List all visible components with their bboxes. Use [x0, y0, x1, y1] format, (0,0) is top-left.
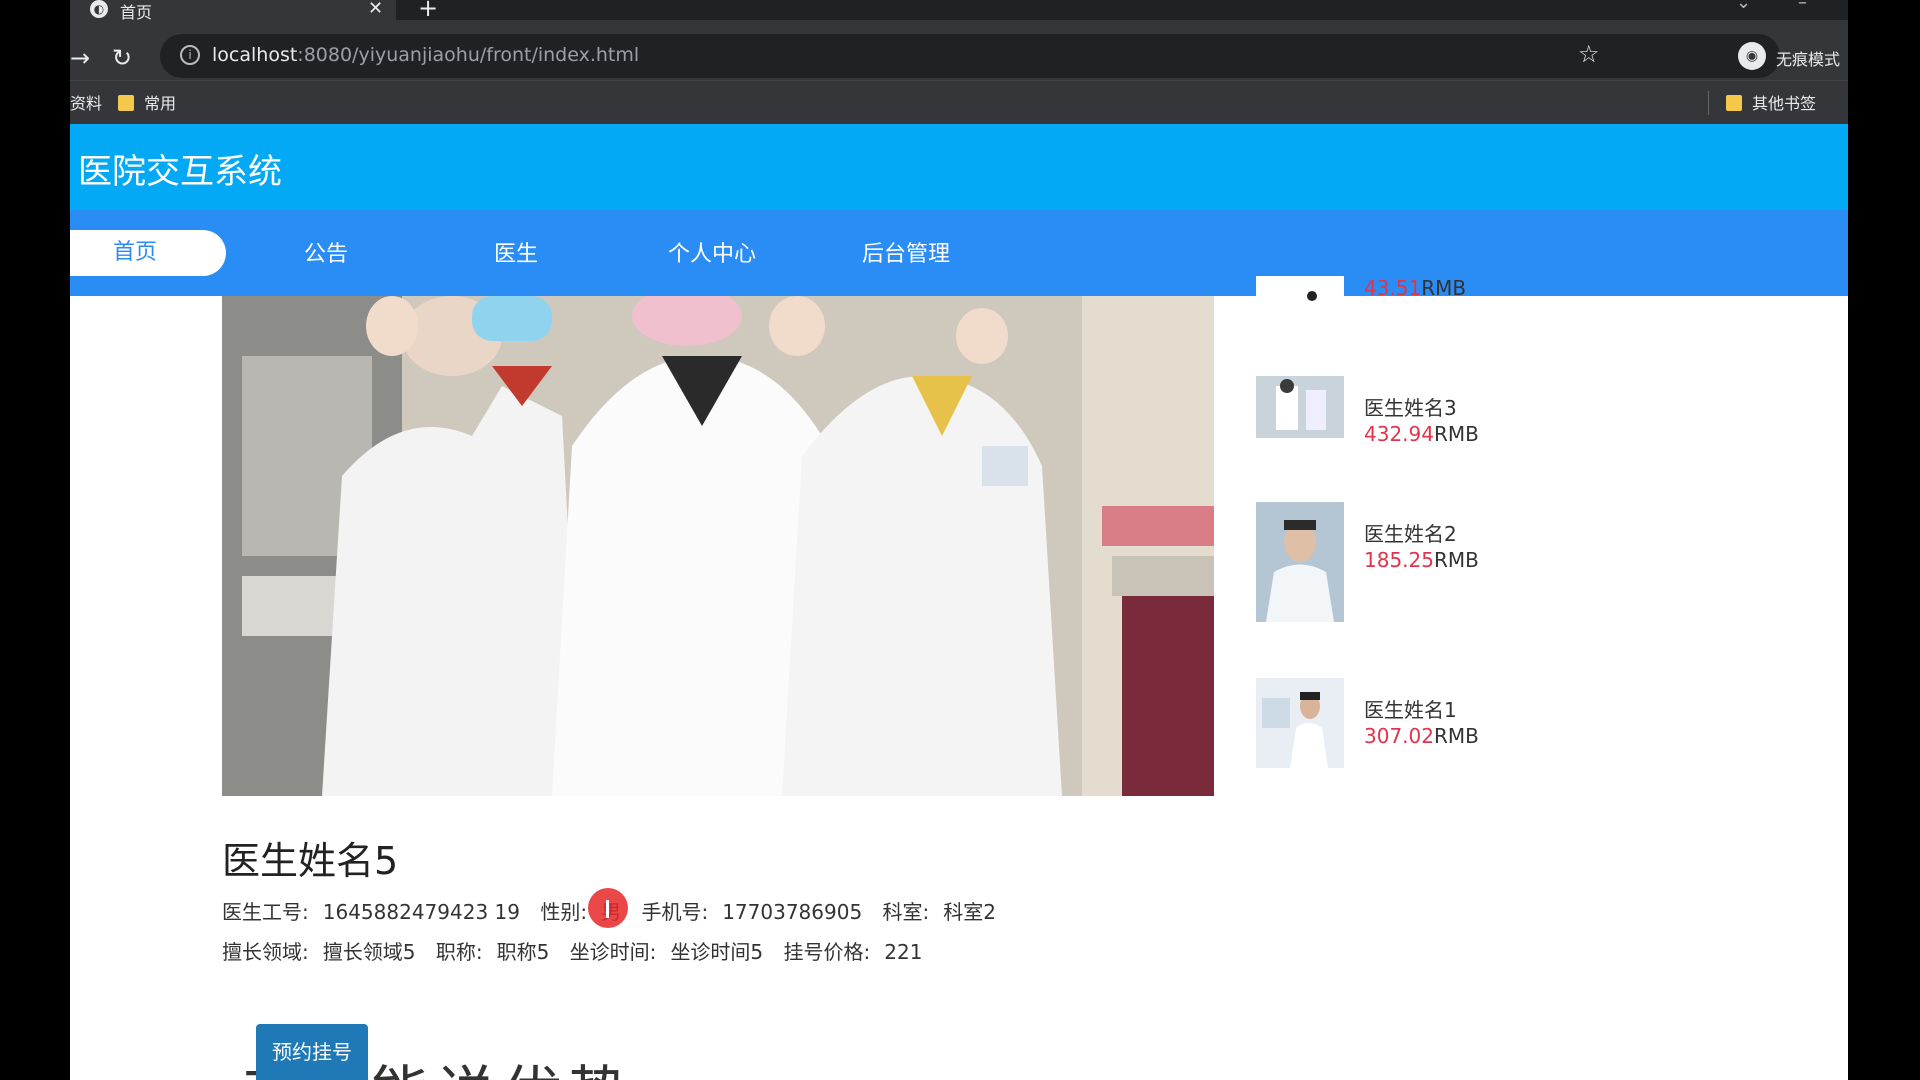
mouse-cursor-indicator — [588, 888, 628, 928]
divider — [1708, 91, 1709, 115]
incognito-icon: ◉ — [1738, 42, 1766, 70]
value-staff-id: 1645882479423 19 — [322, 900, 520, 924]
bookmark-folder-common[interactable]: 常用 — [118, 90, 176, 114]
nav-item-notice[interactable]: 公告 — [304, 236, 348, 268]
site-header: 医院交互系统 — [70, 124, 1848, 210]
folder-icon — [1726, 95, 1742, 111]
url-text[interactable]: localhost:8080/yiyuanjiaohu/front/index.… — [212, 44, 639, 66]
main-nav: 首页 公告 医生 个人中心 后台管理 — [70, 210, 1848, 296]
doctor-photo — [222, 296, 1214, 796]
star-icon[interactable]: ☆ — [1578, 40, 1600, 68]
value-department: 科室2 — [943, 900, 997, 924]
globe-icon: ◐ — [90, 0, 108, 18]
label-gender: 性别: — [540, 900, 588, 924]
label-staff-id: 医生工号: — [222, 900, 309, 924]
value-title: 职称5 — [496, 940, 550, 964]
doctor-thumbnail — [1256, 276, 1344, 304]
nav-item-profile[interactable]: 个人中心 — [668, 236, 756, 268]
bookmark-item[interactable]: 资料 — [70, 90, 102, 114]
chevron-down-icon[interactable]: ⌄ — [1736, 0, 1751, 13]
doctor-thumbnail — [1256, 376, 1344, 438]
nav-item-doctor[interactable]: 医生 — [494, 236, 538, 268]
folder-icon — [118, 95, 134, 111]
doctor-price: 185.25RMB — [1364, 548, 1479, 572]
reserve-button[interactable]: 预约挂号 — [256, 1024, 368, 1080]
close-tab-icon[interactable]: ✕ — [368, 0, 383, 19]
site-title: 医院交互系统 — [78, 152, 282, 192]
doctor-price: 43.51RMB — [1364, 276, 1467, 300]
label-schedule: 坐诊时间: — [569, 940, 657, 964]
forward-icon[interactable]: → — [70, 44, 90, 72]
new-tab-button[interactable]: + — [418, 0, 438, 22]
doctor-price: 307.02RMB — [1364, 724, 1479, 748]
bookmarks-bar: 资料 常用 其他书签 — [70, 80, 1848, 124]
value-phone: 17703786905 — [722, 900, 863, 924]
doctor-name: 医生姓名5 — [222, 839, 399, 883]
label-department: 科室: — [882, 900, 930, 924]
doctor-thumbnail — [1256, 502, 1344, 622]
browser-tab[interactable]: ◐ 首页 ✕ — [70, 0, 396, 22]
tab-strip: ◐ 首页 ✕ + ⌄ – — [70, 0, 1848, 22]
label-fee: 挂号价格: — [783, 940, 871, 964]
label-title: 职称: — [435, 940, 483, 964]
label-specialty: 擅长领域: — [222, 940, 309, 964]
browser-window: ◐ 首页 ✕ + ⌄ – → ↻ i localhost:8080/yiyuan… — [70, 0, 1848, 1080]
doctor-thumbnail — [1256, 678, 1344, 768]
doctor-price: 432.94RMB — [1364, 422, 1479, 446]
doctor-name: 医生姓名2 — [1364, 522, 1457, 546]
nav-item-home[interactable]: 首页 — [70, 230, 226, 276]
value-fee: 221 — [884, 940, 923, 964]
value-schedule: 坐诊时间5 — [670, 940, 764, 964]
bookmark-folder-other[interactable]: 其他书签 — [1726, 90, 1816, 114]
label-phone: 手机号: — [641, 900, 709, 924]
address-bar[interactable]: i localhost:8080/yiyuanjiaohu/front/inde… — [160, 34, 1780, 78]
info-icon[interactable]: i — [180, 45, 200, 65]
doctor-name: 医生姓名3 — [1364, 396, 1457, 420]
doctor-list: 43.51RMB 医生姓名3 432.94RMB 医生姓名2 185.25RMB… — [1256, 276, 1816, 816]
value-specialty: 擅长领域5 — [322, 940, 416, 964]
doctor-info-line-2: 擅长领域: 擅长领域5 职称: 职称5 坐诊时间: 坐诊时间5 挂号价格: 221 — [222, 936, 936, 965]
minimize-icon[interactable]: – — [1798, 0, 1807, 13]
reload-icon[interactable]: ↻ — [112, 44, 132, 72]
incognito-label: 无痕模式 — [1776, 50, 1841, 69]
nav-item-admin[interactable]: 后台管理 — [862, 236, 950, 268]
doctor-name: 医生姓名1 — [1364, 698, 1457, 722]
